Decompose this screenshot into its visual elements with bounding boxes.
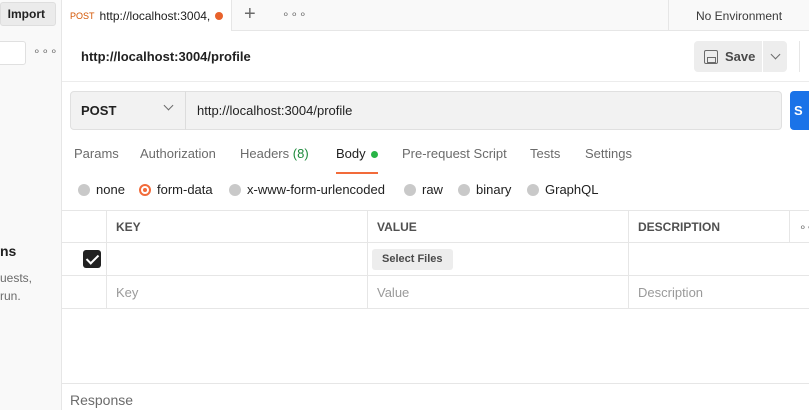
tab-label: Headers <box>240 146 290 161</box>
description-input[interactable] <box>628 243 789 275</box>
radio-binary[interactable]: binary <box>458 182 511 197</box>
header-value: VALUE <box>367 211 628 242</box>
radio-label: form-data <box>157 182 213 197</box>
unsaved-dot-icon <box>215 11 224 20</box>
tab-params[interactable]: Params <box>74 146 119 161</box>
tab-label: Tests <box>530 146 561 161</box>
tab-pre-request-script[interactable]: Pre-request Script <box>402 146 507 161</box>
form-data-table: KEY VALUE DESCRIPTION ∘∘ Select Files Ke… <box>62 210 809 309</box>
description-placeholder: Description <box>638 284 704 300</box>
radio-label: raw <box>422 182 443 197</box>
table-row: Key Value Description <box>62 276 809 309</box>
value-placeholder: Value <box>377 284 410 300</box>
radio-label: GraphQL <box>545 182 599 197</box>
radio-icon <box>404 183 416 196</box>
tab-bar: POST http://localhost:3004, + ∘∘∘ No Env… <box>62 0 809 31</box>
save-icon <box>704 49 718 64</box>
save-button[interactable]: Save <box>694 41 762 72</box>
header-checkbox-cell <box>62 211 106 242</box>
method-select[interactable]: POST <box>70 91 186 130</box>
row-checkbox[interactable] <box>83 250 101 268</box>
divider <box>62 81 809 82</box>
tab-url-label: http://localhost:3004, <box>99 8 211 23</box>
response-label[interactable]: Response <box>70 392 133 408</box>
save-options-button[interactable] <box>763 41 787 72</box>
tab-body[interactable]: Body <box>336 146 378 161</box>
tab-method-label: POST <box>70 10 95 21</box>
tab-label: Settings <box>585 146 632 161</box>
radio-icon <box>527 183 539 196</box>
radio-icon <box>229 183 241 196</box>
tab-more-icon[interactable]: ∘∘∘ <box>282 7 308 21</box>
key-placeholder: Key <box>116 284 139 300</box>
radio-icon <box>458 183 470 196</box>
radio-x-www-form-urlencoded[interactable]: x-www-form-urlencoded <box>229 182 385 197</box>
description-input[interactable]: Description <box>628 276 789 308</box>
sidebar-empty-text-1: uests, <box>0 271 33 285</box>
radio-raw[interactable]: raw <box>404 182 443 197</box>
radio-label: binary <box>476 182 512 197</box>
headers-count: (8) <box>292 146 309 161</box>
tab-tests[interactable]: Tests <box>530 146 560 161</box>
table-more-icon[interactable]: ∘∘ <box>789 211 809 242</box>
header-description-label: DESCRIPTION <box>638 219 721 234</box>
divider <box>799 41 800 72</box>
sidebar-empty-text-2: run. <box>0 289 21 303</box>
header-key-label: KEY <box>116 219 141 234</box>
new-tab-icon[interactable]: + <box>244 3 256 26</box>
active-tab-underline <box>336 172 378 174</box>
divider <box>62 383 809 384</box>
tab-label: Body <box>336 146 366 161</box>
key-input[interactable] <box>106 243 367 275</box>
row-checkbox-cell <box>62 243 106 275</box>
radio-label: x-www-form-urlencoded <box>247 182 385 197</box>
radio-none[interactable]: none <box>78 182 125 197</box>
sidebar-search-input[interactable] <box>0 41 26 65</box>
value-input[interactable]: Value <box>367 276 628 308</box>
row-checkbox-cell <box>62 276 106 308</box>
body-indicator-icon <box>370 151 378 159</box>
table-row: Select Files <box>62 243 809 276</box>
save-label: Save <box>725 49 756 64</box>
sidebar: Import ∘∘∘ ns uests, run. <box>0 0 62 410</box>
chevron-down-icon <box>163 100 174 111</box>
select-files-button[interactable]: Select Files <box>372 248 453 270</box>
sidebar-empty-title: ns <box>0 243 17 259</box>
tab-label: Params <box>74 146 119 161</box>
url-input[interactable]: http://localhost:3004/profile <box>185 91 782 130</box>
tab-label: Authorization <box>140 146 216 161</box>
method-label: POST <box>81 103 117 118</box>
tab-label: Pre-request Script <box>402 146 507 161</box>
radio-graphql[interactable]: GraphQL <box>527 182 598 197</box>
header-value-label: VALUE <box>377 219 417 234</box>
tab-headers[interactable]: Headers (8) <box>240 146 309 161</box>
request-title[interactable]: http://localhost:3004/profile <box>81 49 251 64</box>
value-cell: Select Files <box>367 243 628 275</box>
send-button[interactable]: S <box>790 91 809 130</box>
table-header-row: KEY VALUE DESCRIPTION ∘∘ <box>62 210 809 243</box>
tab-authorization[interactable]: Authorization <box>140 146 216 161</box>
sidebar-more-icon[interactable]: ∘∘∘ <box>33 44 59 58</box>
radio-label: none <box>96 182 125 197</box>
header-description: DESCRIPTION <box>628 211 789 242</box>
key-input[interactable]: Key <box>106 276 367 308</box>
chevron-down-icon <box>770 49 780 60</box>
import-button[interactable]: Import <box>0 2 56 26</box>
radio-form-data[interactable]: form-data <box>139 182 213 197</box>
tab-request[interactable]: POST http://localhost:3004, <box>62 0 232 31</box>
tab-settings[interactable]: Settings <box>585 146 632 161</box>
radio-selected-icon <box>139 183 151 196</box>
radio-icon <box>78 183 90 196</box>
environment-selector[interactable]: No Environment <box>668 0 809 31</box>
header-key: KEY <box>106 211 367 242</box>
